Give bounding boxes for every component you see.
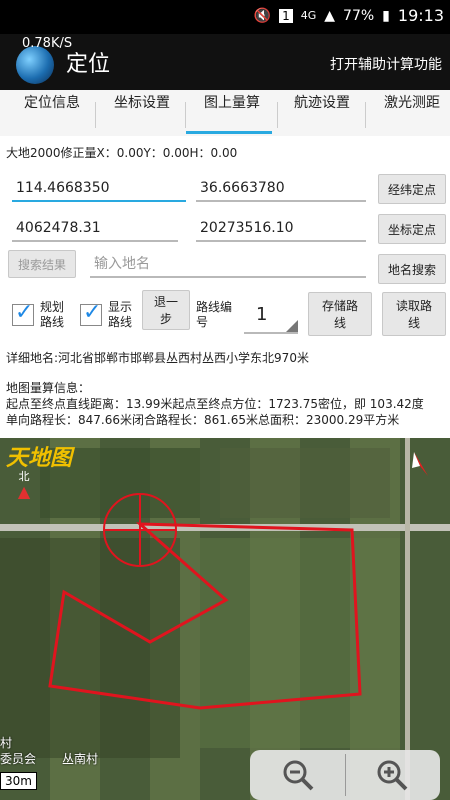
tab-label: 坐标设置 bbox=[114, 95, 170, 111]
battery-percent: 77% bbox=[343, 7, 375, 24]
satellite-map[interactable]: 天地图 北 ▲ 村 委员会 丛南村 30m bbox=[0, 438, 450, 800]
tab-track-settings[interactable]: 航迹设置 bbox=[290, 94, 366, 132]
tab-coord-settings[interactable]: 坐标设置 bbox=[110, 94, 186, 132]
zoom-out-button[interactable] bbox=[258, 754, 338, 796]
lnglat-locate-button[interactable]: 经纬定点 bbox=[378, 174, 446, 204]
longitude-input[interactable]: 114.4668350 bbox=[12, 174, 186, 202]
x-coord-input[interactable]: 4062478.31 bbox=[12, 214, 178, 242]
app-logo-icon[interactable] bbox=[16, 46, 54, 84]
tab-location-info[interactable]: 定位信息 bbox=[20, 94, 96, 132]
detailed-address: 详细地名:河北省邯郸市邯郸县丛西村丛西小学东北970米 bbox=[6, 351, 309, 365]
sim-indicator: 1 bbox=[279, 8, 293, 23]
tab-laser-ranging[interactable]: 激光测距 bbox=[380, 94, 446, 132]
battery-icon: ▮ bbox=[382, 7, 390, 24]
route-number-value: 1 bbox=[256, 304, 268, 325]
zoom-divider bbox=[345, 754, 346, 796]
show-route-checkbox[interactable] bbox=[80, 300, 102, 326]
route-overlay bbox=[48, 493, 362, 710]
tab-label: 激光测距 bbox=[384, 95, 440, 111]
place-name-input[interactable]: 输入地名 bbox=[90, 250, 366, 278]
latitude-input[interactable]: 36.6663780 bbox=[196, 174, 366, 202]
tab-label: 图上量算 bbox=[204, 95, 260, 111]
map-place-label: 丛南村 bbox=[62, 752, 99, 766]
measured-route-polygon bbox=[48, 522, 362, 710]
measure-line-2: 单向路程长：847.66米闭合路程长：861.65米总面积：23000.29平方… bbox=[6, 413, 400, 427]
status-bar: 🔇 1 4G ▲ 77% ▮ 19:13 bbox=[0, 0, 450, 34]
save-route-button[interactable]: 存储路 线 bbox=[308, 292, 372, 336]
clock: 19:13 bbox=[397, 6, 444, 25]
tab-bar: 定位信息 坐标设置 图上量算 航迹设置 激光测距 bbox=[0, 90, 450, 137]
tab-map-measure[interactable]: 图上量算 bbox=[186, 94, 278, 134]
signal-icon: ▲ bbox=[324, 7, 336, 24]
plan-route-checkbox[interactable] bbox=[12, 300, 34, 326]
measure-heading: 地图量算信息： bbox=[6, 381, 91, 395]
north-arrow-icon: ▲ bbox=[17, 482, 31, 501]
tab-label: 定位信息 bbox=[24, 95, 80, 111]
compass-needle-icon bbox=[412, 452, 428, 476]
undo-step-button[interactable]: 退一 步 bbox=[142, 290, 190, 330]
route-number-label: 路线编 号 bbox=[196, 300, 233, 329]
zoom-out-icon bbox=[283, 760, 314, 791]
y-coord-input[interactable]: 20273516.10 bbox=[196, 214, 366, 242]
control-panel: 大地2000修正量X：0.00Y：0.00H：0.00 114.4668350 … bbox=[0, 136, 450, 438]
zoom-in-icon bbox=[377, 760, 408, 791]
tab-label: 航迹设置 bbox=[294, 95, 350, 111]
map-place-label: 委员会 bbox=[0, 752, 37, 766]
search-results-button[interactable]: 搜索结果 bbox=[8, 250, 76, 278]
measure-line-1: 起点至终点直线距离：13.99米起点至终点方位：1723.75密位，即 103.… bbox=[6, 397, 424, 411]
correction-values: 大地2000修正量X：0.00Y：0.00H：0.00 bbox=[6, 146, 238, 160]
route-number-select[interactable]: 1 bbox=[244, 304, 298, 334]
page-title: 定位 bbox=[66, 52, 111, 77]
tab-divider bbox=[95, 102, 96, 128]
zoom-controls bbox=[250, 750, 440, 800]
map-place-label: 村 bbox=[0, 736, 13, 750]
map-scale: 30m bbox=[0, 772, 37, 790]
plan-route-label: 规划 路线 bbox=[40, 300, 65, 329]
north-indicator: 北 ▲ bbox=[12, 468, 36, 500]
tab-divider bbox=[365, 102, 366, 128]
place-search-button[interactable]: 地名搜索 bbox=[378, 254, 446, 284]
assist-calc-button[interactable]: 打开辅助计算功能 bbox=[330, 54, 442, 74]
load-route-button[interactable]: 读取路 线 bbox=[382, 292, 446, 336]
start-point-marker bbox=[103, 493, 177, 567]
app-bar: 0.78K/S 定位 打开辅助计算功能 bbox=[0, 34, 450, 90]
show-route-label: 显示 路线 bbox=[108, 300, 133, 329]
zoom-in-button[interactable] bbox=[352, 754, 432, 796]
tab-indicator bbox=[186, 131, 272, 134]
network-speed: 0.78K/S bbox=[22, 36, 73, 51]
xy-locate-button[interactable]: 坐标定点 bbox=[378, 214, 446, 244]
mute-icon: 🔇 bbox=[253, 7, 272, 24]
dropdown-corner-icon bbox=[286, 320, 298, 332]
network-type: 4G bbox=[300, 9, 317, 22]
status-icons: 🔇 1 4G ▲ 77% ▮ 19:13 bbox=[254, 6, 444, 25]
tab-divider bbox=[277, 102, 278, 128]
